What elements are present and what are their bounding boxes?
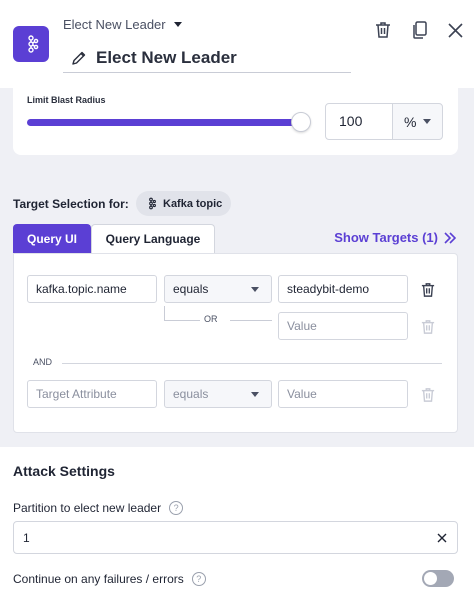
partition-label: Partition to elect new leader: [13, 501, 162, 515]
delete-step-button[interactable]: [372, 19, 394, 41]
or-value-input[interactable]: Value: [278, 312, 408, 340]
close-icon[interactable]: [435, 531, 449, 545]
caret-down-icon: [173, 22, 182, 27]
caret-down-icon: [251, 286, 259, 292]
delete-or-condition-button[interactable]: [420, 318, 436, 336]
partition-label-row: Partition to elect new leader ?: [13, 501, 184, 515]
or-connector: OR: [164, 306, 272, 328]
show-targets-link[interactable]: Show Targets (1): [334, 230, 456, 245]
value-input[interactable]: Value: [278, 380, 408, 408]
question-circle-icon[interactable]: ?: [169, 501, 184, 515]
trash-icon: [421, 283, 435, 297]
caret-down-icon: [251, 391, 259, 397]
trash-icon: [376, 22, 390, 38]
and-label: AND: [33, 357, 53, 367]
blast-radius-unit-select[interactable]: %: [392, 103, 443, 140]
attack-settings-title: Attack Settings: [13, 463, 115, 479]
or-label: OR: [204, 314, 218, 324]
delete-condition-button[interactable]: [420, 386, 436, 404]
trash-icon: [421, 388, 435, 402]
double-chevron-right-icon: [444, 231, 456, 244]
target-type-label: Kafka topic: [163, 197, 223, 210]
delete-condition-button[interactable]: [420, 281, 436, 299]
partition-input[interactable]: 1: [13, 521, 458, 554]
tab-query-language[interactable]: Query Language: [91, 224, 215, 253]
target-attribute-input[interactable]: Target Attribute: [27, 380, 157, 408]
target-type-chip: Kafka topic: [136, 191, 232, 216]
query-builder: kafka.topic.name equals steadybit-demo O…: [13, 253, 458, 433]
question-circle-icon[interactable]: ?: [191, 572, 206, 586]
partition-value: 1: [23, 530, 30, 545]
continue-on-failure-row: Continue on any failures / errors ?: [13, 572, 206, 586]
attribute-input[interactable]: kafka.topic.name: [27, 275, 157, 303]
show-targets-label: Show Targets (1): [334, 230, 438, 245]
step-type-label: Elect New Leader: [63, 17, 166, 32]
continue-on-failure-label: Continue on any failures / errors: [13, 572, 184, 586]
kafka-icon: [13, 26, 49, 62]
blast-radius-card: Limit Blast Radius 100 %: [13, 88, 458, 155]
close-button[interactable]: [444, 19, 466, 41]
tab-query-ui[interactable]: Query UI: [13, 224, 91, 253]
trash-icon: [421, 320, 435, 334]
blast-radius-slider-thumb[interactable]: [291, 112, 311, 132]
copy-icon: [412, 21, 427, 39]
blast-radius-label: Limit Blast Radius: [27, 95, 106, 105]
step-title: Elect New Leader: [96, 48, 237, 67]
close-icon: [447, 22, 463, 38]
pencil-icon: [72, 51, 86, 65]
duplicate-step-button[interactable]: [408, 19, 430, 41]
toggle-knob: [424, 572, 437, 585]
and-divider: [62, 363, 442, 364]
continue-on-failure-toggle[interactable]: [422, 570, 454, 587]
unit-label: %: [404, 113, 417, 130]
operator-select[interactable]: equals: [164, 380, 272, 408]
target-selection-label: Target Selection for:: [13, 197, 129, 211]
operator-label: equals: [173, 282, 209, 296]
caret-down-icon: [423, 119, 432, 124]
step-title-field[interactable]: Elect New Leader: [63, 44, 351, 73]
step-header: Elect New Leader Elect New Leader: [0, 0, 474, 88]
blast-radius-slider-track[interactable]: [27, 119, 301, 126]
operator-label: equals: [173, 387, 209, 401]
step-type-select[interactable]: Elect New Leader: [63, 17, 182, 32]
operator-select[interactable]: equals: [164, 275, 272, 303]
value-input[interactable]: steadybit-demo: [278, 275, 408, 303]
blast-radius-value-input[interactable]: 100: [325, 103, 393, 140]
kafka-icon: [149, 197, 156, 210]
